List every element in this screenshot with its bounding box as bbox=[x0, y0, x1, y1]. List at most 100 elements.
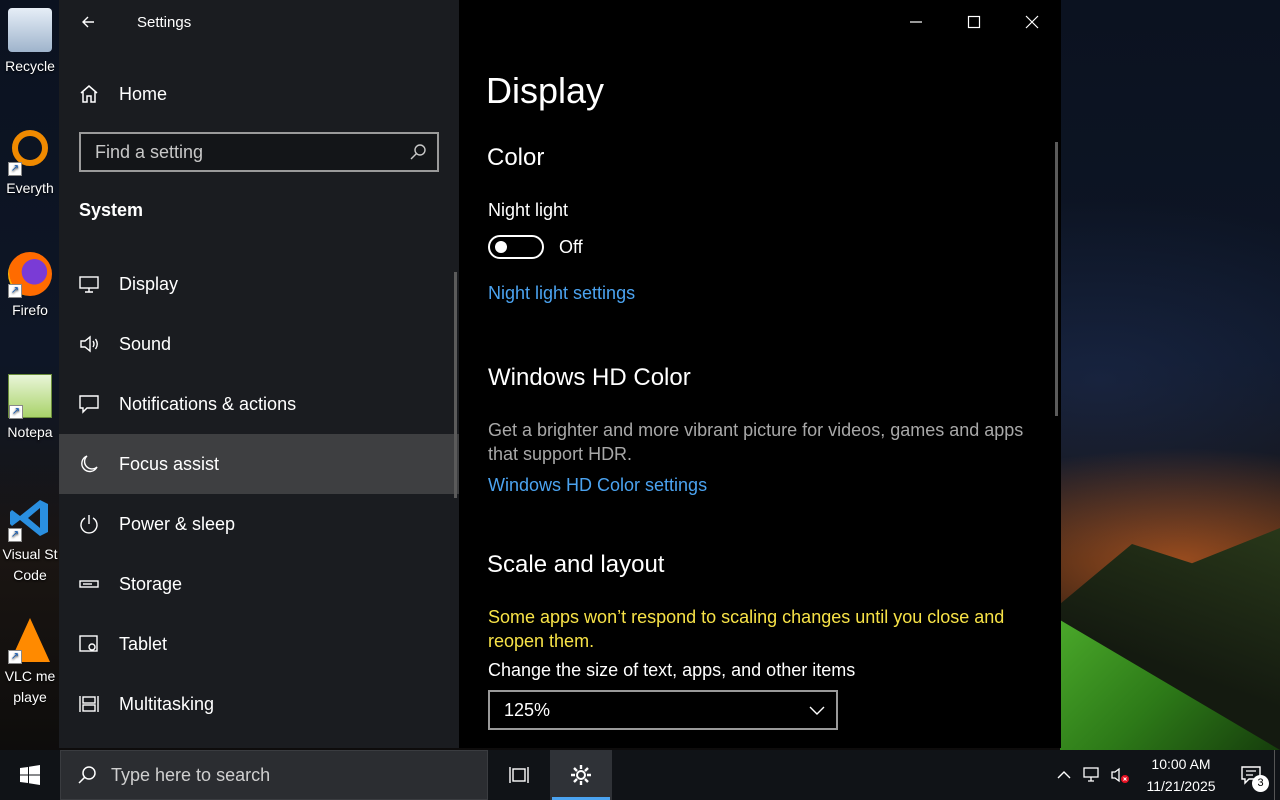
hd-color-heading: Windows HD Color bbox=[488, 364, 691, 391]
settings-window: Settings Home Find a setting System Disp… bbox=[59, 0, 1061, 748]
storage-icon bbox=[78, 573, 100, 595]
system-tray: 10:00 AM 11/21/2025 3 bbox=[1050, 750, 1280, 800]
scale-dropdown[interactable]: 125% bbox=[488, 690, 838, 730]
volume-muted-icon bbox=[1111, 767, 1129, 783]
desktop-icon-label: Notepa bbox=[7, 424, 53, 440]
task-view-button[interactable] bbox=[488, 750, 550, 800]
recycle-bin-icon bbox=[8, 8, 52, 52]
nav-list: Display Sound Notifications & actions Fo… bbox=[59, 254, 459, 734]
desktop-icon-label: Visual St Code bbox=[2, 546, 58, 583]
power-icon bbox=[78, 513, 100, 535]
night-light-settings-link[interactable]: Night light settings bbox=[488, 283, 635, 304]
task-view-icon bbox=[509, 767, 529, 783]
shortcut-arrow-icon: ↗ bbox=[8, 528, 22, 542]
desktop-icon-vlc[interactable]: ↗ VLC me playe bbox=[0, 618, 60, 708]
desktop-icon-label: Recycle bbox=[5, 58, 55, 74]
window-controls bbox=[887, 0, 1061, 44]
scale-layout-heading: Scale and layout bbox=[487, 551, 665, 578]
close-icon bbox=[1025, 15, 1039, 29]
nav-item-label: Focus assist bbox=[119, 453, 220, 474]
notification-icon bbox=[78, 393, 100, 415]
chevron-up-icon bbox=[1057, 771, 1071, 779]
chevron-down-icon bbox=[809, 706, 825, 715]
nav-item-notifications[interactable]: Notifications & actions bbox=[59, 374, 459, 434]
desktop-icon-everything[interactable]: ↗ Everyth bbox=[0, 130, 60, 199]
desktop-icon-recycle-bin[interactable]: Recycle bbox=[0, 8, 60, 77]
moon-icon bbox=[78, 453, 100, 475]
home-icon bbox=[78, 83, 100, 105]
nav-item-multitasking[interactable]: Multitasking bbox=[59, 674, 459, 734]
nav-item-tablet[interactable]: Tablet bbox=[59, 614, 459, 674]
night-light-label: Night light bbox=[488, 200, 569, 220]
night-light-toggle[interactable] bbox=[488, 235, 544, 259]
network-icon bbox=[1083, 767, 1099, 782]
nav-item-label: Storage bbox=[119, 573, 183, 594]
volume-button[interactable] bbox=[1106, 750, 1134, 800]
vlc-icon: ↗ bbox=[8, 618, 52, 664]
windows-logo-icon bbox=[20, 765, 40, 785]
taskbar-clock[interactable]: 10:00 AM 11/21/2025 bbox=[1134, 753, 1228, 797]
size-label: Change the size of text, apps, and other… bbox=[488, 660, 856, 680]
nav-item-label: Multitasking bbox=[119, 693, 215, 714]
desktop-icon-vscode[interactable]: ↗ Visual St Code bbox=[0, 496, 60, 586]
nav-item-label: Sound bbox=[119, 333, 172, 354]
search-icon bbox=[410, 144, 426, 160]
start-button[interactable] bbox=[0, 750, 60, 800]
content-scrollbar[interactable] bbox=[1055, 142, 1058, 416]
back-arrow-icon bbox=[82, 16, 94, 28]
clock-date: 11/21/2025 bbox=[1146, 778, 1216, 794]
find-setting-input[interactable]: Find a setting bbox=[79, 132, 439, 172]
nav-item-power-sleep[interactable]: Power & sleep bbox=[59, 494, 459, 554]
settings-nav-pane: Settings Home Find a setting System Disp… bbox=[59, 0, 459, 748]
night-light-state: Off bbox=[559, 237, 583, 257]
scale-dropdown-value: 125% bbox=[504, 699, 551, 720]
page-title: Display bbox=[486, 70, 605, 111]
minimize-button[interactable] bbox=[887, 0, 945, 44]
taskbar-search-box[interactable]: Type here to search bbox=[60, 750, 488, 800]
nav-item-label: Display bbox=[119, 273, 179, 294]
action-center-button[interactable]: 3 bbox=[1228, 750, 1274, 800]
vscode-icon: ↗ bbox=[8, 496, 52, 542]
shortcut-arrow-icon: ↗ bbox=[8, 284, 22, 298]
show-desktop-button[interactable] bbox=[1274, 750, 1280, 800]
gear-icon bbox=[571, 765, 591, 785]
nav-scrollbar[interactable] bbox=[454, 272, 457, 498]
maximize-button[interactable] bbox=[945, 0, 1003, 44]
show-hidden-icons-button[interactable] bbox=[1050, 750, 1078, 800]
firefox-icon: ↗ bbox=[8, 252, 52, 298]
settings-content: Display Color Night light Off Night ligh… bbox=[459, 0, 1061, 748]
tablet-icon bbox=[78, 633, 100, 655]
nav-item-sound[interactable]: Sound bbox=[59, 314, 459, 374]
minimize-icon bbox=[910, 21, 922, 23]
speaker-icon bbox=[78, 333, 100, 355]
close-button[interactable] bbox=[1003, 0, 1061, 44]
nav-item-storage[interactable]: Storage bbox=[59, 554, 459, 614]
shortcut-arrow-icon: ↗ bbox=[8, 650, 22, 664]
nav-section-title: System bbox=[79, 200, 144, 220]
nav-home-label: Home bbox=[119, 83, 168, 104]
nav-home[interactable]: Home bbox=[59, 70, 459, 118]
title-bar: Settings bbox=[59, 0, 459, 44]
shortcut-arrow-icon: ↗ bbox=[8, 162, 22, 176]
color-heading: Color bbox=[487, 144, 545, 171]
taskbar-search-placeholder: Type here to search bbox=[111, 764, 271, 785]
taskbar-settings-app[interactable] bbox=[550, 750, 612, 800]
network-button[interactable] bbox=[1078, 750, 1106, 800]
desktop-icon-notepad[interactable]: ↗ Notepa bbox=[0, 374, 60, 443]
back-button[interactable] bbox=[59, 0, 117, 44]
hd-color-settings-link[interactable]: Windows HD Color settings bbox=[488, 475, 707, 496]
desktop-icon-firefox[interactable]: ↗ Firefo bbox=[0, 252, 60, 321]
desktop-icon-label: Everyth bbox=[6, 180, 54, 196]
scaling-warning: Some apps won’t respond to scaling chang… bbox=[488, 607, 1005, 651]
multitasking-icon bbox=[78, 693, 100, 715]
hd-color-description: Get a brighter and more vibrant picture … bbox=[488, 420, 1024, 464]
taskbar: Type here to search 10:00 AM 11/21/2025 … bbox=[0, 750, 1280, 800]
desktop-icon-label: Firefo bbox=[12, 302, 48, 318]
nav-item-focus-assist[interactable]: Focus assist bbox=[59, 434, 459, 494]
notepad-plus-plus-icon: ↗ bbox=[8, 374, 52, 419]
desktop-icon-label: VLC me playe bbox=[4, 668, 56, 705]
search-placeholder: Find a setting bbox=[95, 141, 204, 162]
clock-time: 10:00 AM bbox=[1151, 756, 1211, 772]
nav-item-display[interactable]: Display bbox=[59, 254, 459, 314]
everything-search-icon: ↗ bbox=[8, 130, 52, 176]
